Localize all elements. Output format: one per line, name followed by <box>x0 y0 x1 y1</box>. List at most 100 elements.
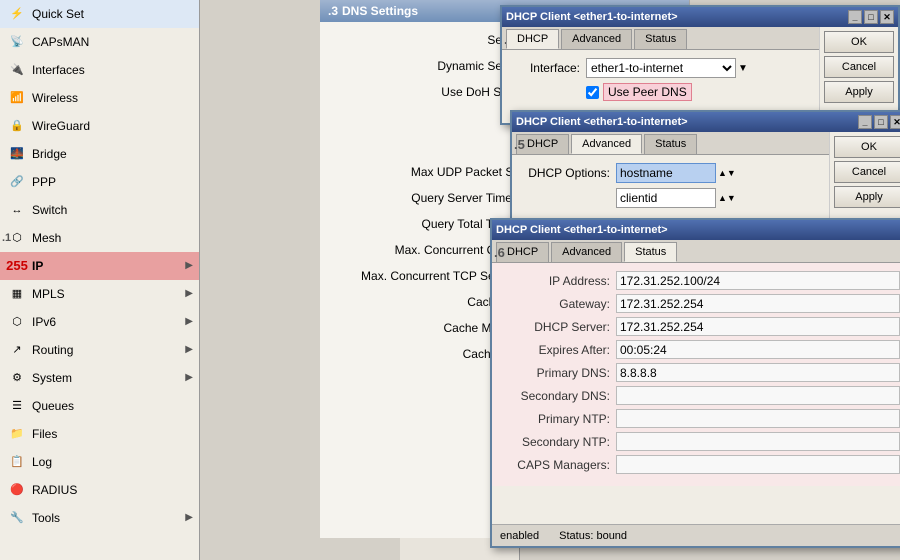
sidebar-label-mpls: MPLS <box>32 287 65 301</box>
dhcp-server-label: DHCP Server: <box>500 320 610 334</box>
sidebar-label-queues: Queues <box>32 399 74 413</box>
tab-status-2[interactable]: Status <box>644 134 697 154</box>
dhcp-window2-controls: _ □ ✕ <box>858 115 900 129</box>
sidebar-label-routing: Routing <box>32 343 73 357</box>
dhcp-window2-close[interactable]: ✕ <box>890 115 900 129</box>
secondary-dns-value <box>616 386 900 405</box>
dhcp-window-1: DHCP Client <ether1-to-internet> _ □ ✕ D… <box>500 5 900 125</box>
dhcp-window-3: DHCP Client <ether1-to-internet> _ □ ✕ D… <box>490 218 900 548</box>
sidebar-item-wireless[interactable]: 📶 Wireless <box>0 84 199 112</box>
sidebar-item-mpls[interactable]: ▦ MPLS ▶ <box>0 280 199 308</box>
dhcp-window2-tabs: DHCP Advanced Status <box>512 132 829 155</box>
radius-icon: 🔴 <box>8 481 26 499</box>
routing-icon: ↗ <box>8 341 26 359</box>
main-area: DHCP Server .2 DNS Firewall Hotspot IPse… <box>200 0 900 560</box>
files-icon: 📁 <box>8 425 26 443</box>
sidebar-item-quickset[interactable]: ⚡ Quick Set <box>0 0 199 28</box>
sidebar-item-log[interactable]: 📋 Log <box>0 448 199 476</box>
sidebar-item-bridge[interactable]: 🌉 Bridge <box>0 140 199 168</box>
expires-after-label: Expires After: <box>500 343 610 357</box>
ip-address-value: 172.31.252.100/24 <box>616 271 900 290</box>
sidebar-item-ip[interactable]: 255 IP ▶ <box>0 252 199 280</box>
dhcp-window2-apply[interactable]: Apply <box>834 186 900 208</box>
gateway-value: 172.31.252.254 <box>616 294 900 313</box>
tools-icon: 🔧 <box>8 509 26 527</box>
caps-managers-value <box>616 455 900 474</box>
status-bound: Status: bound <box>559 530 627 542</box>
sidebar-label-files: Files <box>32 427 57 441</box>
dhcp-window1-titlebar: DHCP Client <ether1-to-internet> _ □ ✕ <box>502 7 898 27</box>
secondary-dns-label: Secondary DNS: <box>500 389 610 403</box>
dhcp-option2-input[interactable] <box>616 188 716 208</box>
sidebar-label-ipv6: IPv6 <box>32 315 56 329</box>
mpls-arrow: ▶ <box>185 288 193 299</box>
tab-advanced-1[interactable]: Advanced <box>561 29 632 49</box>
sidebar-item-ppp[interactable]: 🔗 PPP <box>0 168 199 196</box>
sidebar-label-ip: IP <box>32 259 43 273</box>
sidebar-label-system: System <box>32 371 72 385</box>
window3-number: .6 <box>494 245 505 260</box>
option2-up[interactable]: ▲ <box>718 193 727 203</box>
secondary-ntp-value <box>616 432 900 451</box>
dns-title-number: .3 <box>328 4 338 18</box>
interface-select[interactable]: ether1-to-internet <box>586 58 736 78</box>
dhcp-window3-titlebar: DHCP Client <ether1-to-internet> _ □ ✕ <box>492 220 900 240</box>
sidebar-item-interfaces[interactable]: 🔌 Interfaces <box>0 56 199 84</box>
sidebar-item-tools[interactable]: 🔧 Tools ▶ <box>0 504 199 532</box>
sidebar-label-tools: Tools <box>32 511 60 525</box>
max-udp-label: Max UDP Packet Size: <box>332 165 532 179</box>
sidebar-label-radius: RADIUS <box>32 483 77 497</box>
tab-status-3[interactable]: Status <box>624 242 677 262</box>
window2-number: .5 <box>514 137 525 152</box>
sidebar-item-mesh[interactable]: ⬡ Mesh .1 <box>0 224 199 252</box>
sidebar-item-ipv6[interactable]: ⬡ IPv6 ▶ <box>0 308 199 336</box>
dhcp-options-label: DHCP Options: <box>520 166 610 180</box>
dhcp-window1-ok[interactable]: OK <box>824 31 894 53</box>
dhcp-window-2: DHCP Client <ether1-to-internet> _ □ ✕ D… <box>510 110 900 225</box>
tab-advanced-3[interactable]: Advanced <box>551 242 622 262</box>
sidebar-item-files[interactable]: 📁 Files <box>0 420 199 448</box>
dhcp-window2-ok[interactable]: OK <box>834 136 900 158</box>
option1-up[interactable]: ▲ <box>718 168 727 178</box>
sidebar-label-mesh: Mesh <box>32 231 61 245</box>
sidebar-item-radius[interactable]: 🔴 RADIUS <box>0 476 199 504</box>
tab-status-1[interactable]: Status <box>634 29 687 49</box>
option1-down[interactable]: ▼ <box>727 168 736 178</box>
ppp-icon: 🔗 <box>8 173 26 191</box>
dhcp-window1-cancel[interactable]: Cancel <box>824 56 894 78</box>
sidebar-item-capsman[interactable]: 📡 CAPsMAN <box>0 28 199 56</box>
dhcp-window1-minimize[interactable]: _ <box>848 10 862 24</box>
system-arrow: ▶ <box>185 372 193 383</box>
dhcp-window1-tabs: DHCP Advanced Status <box>502 27 819 50</box>
dhcp-window2-content: .5 DHCP Options: ▲ ▼ ▲ ▼ <box>512 155 829 221</box>
dhcp-window2-minimize[interactable]: _ <box>858 115 872 129</box>
sidebar-label-wireless: Wireless <box>32 91 78 105</box>
tab-advanced-2[interactable]: Advanced <box>571 134 642 154</box>
primary-ntp-value <box>616 409 900 428</box>
routing-arrow: ▶ <box>185 344 193 355</box>
primary-dns-label: Primary DNS: <box>500 366 610 380</box>
tab-dhcp-1[interactable]: DHCP <box>506 29 559 49</box>
dhcp-window2-cancel[interactable]: Cancel <box>834 161 900 183</box>
dhcp-window1-close[interactable]: ✕ <box>880 10 894 24</box>
dhcp-window1-buttons: OK Cancel Apply <box>819 27 898 123</box>
switch-icon: ↔ <box>8 201 26 219</box>
ipv6-icon: ⬡ <box>8 313 26 331</box>
capsman-icon: 📡 <box>8 33 26 51</box>
dhcp-window1-apply[interactable]: Apply <box>824 81 894 103</box>
sidebar-item-wireguard[interactable]: 🔒 WireGuard <box>0 112 199 140</box>
option2-down[interactable]: ▼ <box>727 193 736 203</box>
sidebar-label-log: Log <box>32 455 52 469</box>
tools-arrow: ▶ <box>185 512 193 523</box>
dhcp-options-row2: ▲ ▼ <box>520 188 821 208</box>
sidebar-item-routing[interactable]: ↗ Routing ▶ <box>0 336 199 364</box>
dhcp-option1-input[interactable] <box>616 163 716 183</box>
sidebar-label-switch: Switch <box>32 203 67 217</box>
sidebar: ⚡ Quick Set 📡 CAPsMAN 🔌 Interfaces 📶 Wir… <box>0 0 200 560</box>
sidebar-item-system[interactable]: ⚙ System ▶ <box>0 364 199 392</box>
sidebar-item-switch[interactable]: ↔ Switch <box>0 196 199 224</box>
sidebar-item-queues[interactable]: ☰ Queues <box>0 392 199 420</box>
dhcp-window1-maximize[interactable]: □ <box>864 10 878 24</box>
use-peer-dns-checkbox[interactable] <box>586 86 599 99</box>
dhcp-window2-maximize[interactable]: □ <box>874 115 888 129</box>
